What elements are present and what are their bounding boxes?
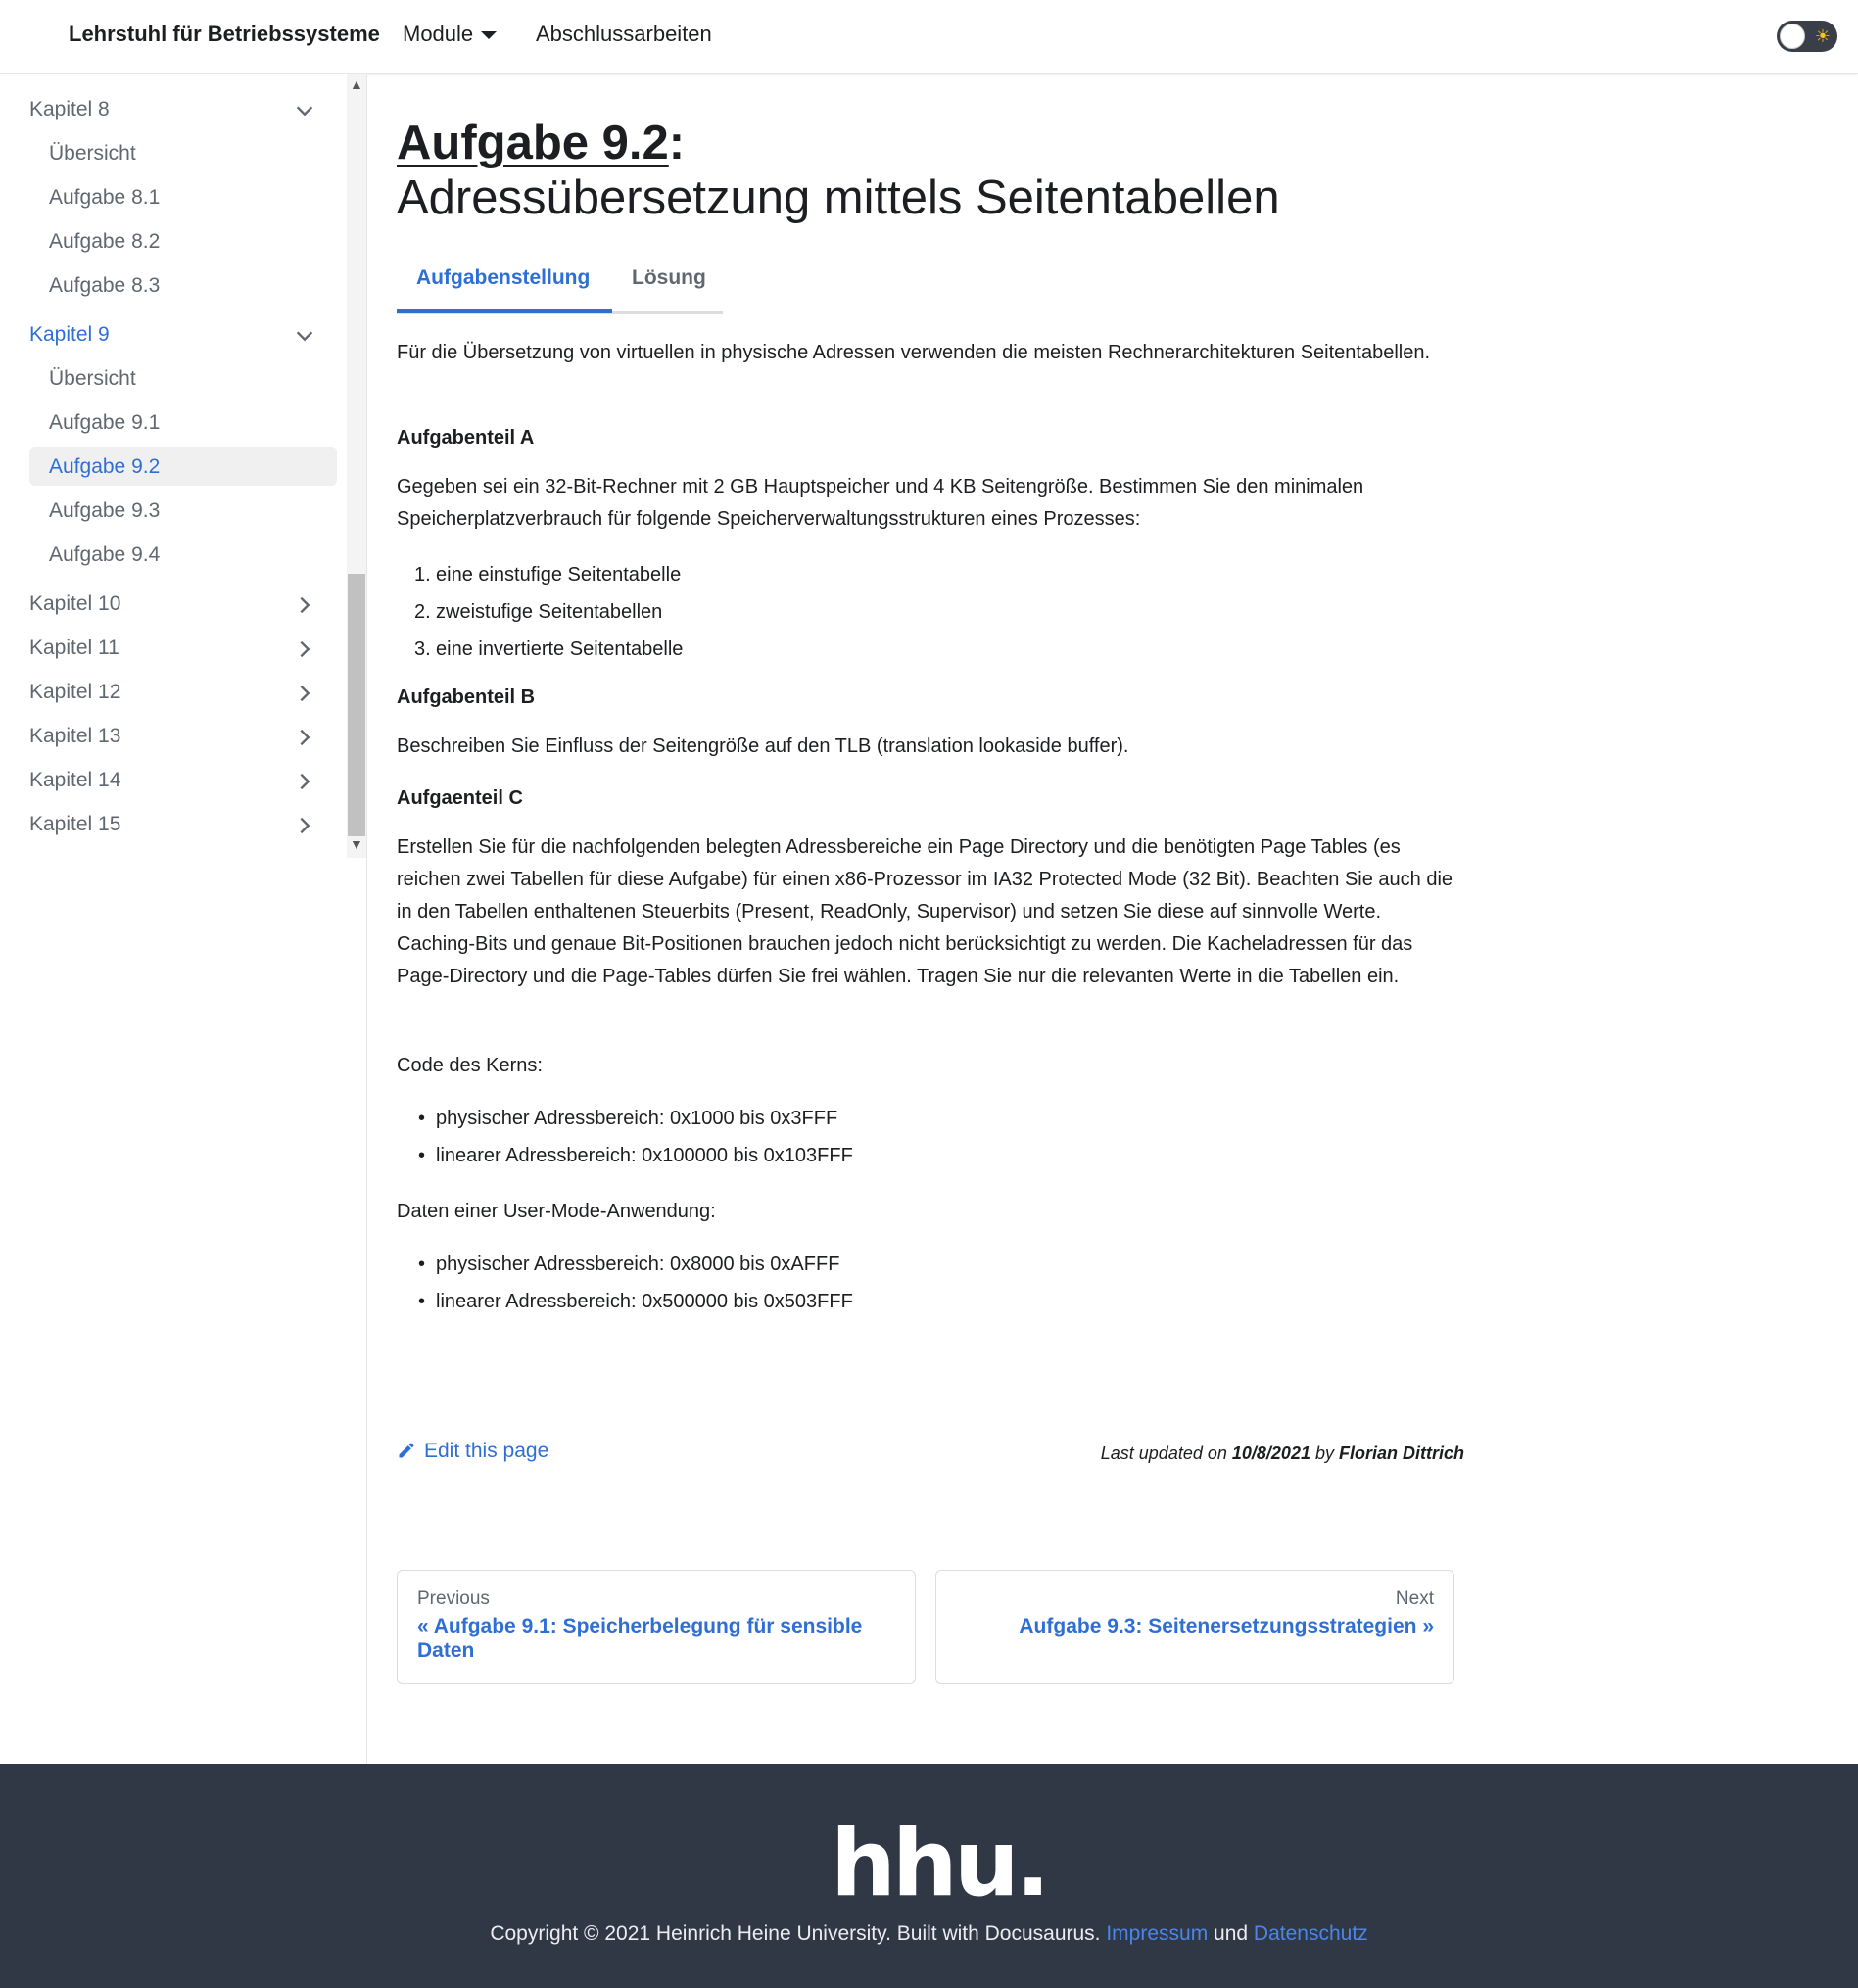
list-item: physischer Adressbereich: 0x1000 bis 0x3… — [436, 1108, 838, 1129]
sidebar-item-aufgabe-9-1[interactable]: Aufgabe 9.1 — [49, 411, 160, 435]
list-item: linearer Adressbereich: 0x100000 bis 0x1… — [436, 1145, 853, 1166]
title-colon: : — [668, 117, 686, 169]
chevron-down-icon[interactable] — [294, 100, 315, 121]
bullet-icon: • — [418, 1145, 426, 1166]
sidebar-item-kapitel-11[interactable]: Kapitel 11 — [29, 637, 119, 660]
updated-author: Florian Dittrich — [1338, 1444, 1464, 1463]
pager-previous[interactable]: Previous « Aufgabe 9.1: Speicherbelegung… — [397, 1570, 916, 1684]
sidebar-item-aufgabe-9-4[interactable]: Aufgabe 9.4 — [49, 544, 160, 567]
chevron-right-icon[interactable] — [294, 594, 315, 616]
tab-aufgabenstellung[interactable]: Aufgabenstellung — [416, 266, 590, 290]
copyright-text: Copyright © 2021 Heinrich Heine Universi… — [490, 1922, 1107, 1945]
sidebar-scrollbar-thumb[interactable] — [348, 574, 365, 836]
chevron-right-icon[interactable] — [294, 771, 315, 792]
last-updated: Last updated on 10/8/2021 by Florian Dit… — [1101, 1444, 1464, 1464]
sidebar-item-uebersicht-8[interactable]: Übersicht — [49, 142, 136, 166]
edit-this-page-link[interactable]: Edit this page — [397, 1440, 548, 1463]
updated-by: by — [1310, 1444, 1339, 1463]
list-number: 3. — [414, 639, 431, 660]
chevron-right-icon[interactable] — [294, 727, 315, 748]
pager-next-label: Aufgabe 9.3: Seitenersetzungsstrategien … — [1019, 1615, 1434, 1637]
sidebar-item-kapitel-8[interactable]: Kapitel 8 — [29, 98, 110, 121]
sidebar-item-kapitel-13[interactable]: Kapitel 13 — [29, 725, 120, 748]
hhu-logo: hhu. — [831, 1811, 1050, 1917]
bullet-icon: • — [418, 1291, 426, 1312]
chevron-right-icon[interactable] — [294, 815, 315, 836]
heading-part-a: Aufgabenteil A — [397, 427, 535, 449]
list-item: linearer Adressbereich: 0x500000 bis 0x5… — [436, 1291, 853, 1312]
part-b-text: Beschreiben Sie Einfluss der Seitengröße… — [397, 735, 1129, 757]
heading-part-c: Aufgaenteil C — [397, 787, 523, 809]
pencil-icon — [399, 1443, 414, 1458]
nav-modules-dropdown[interactable]: Module — [403, 22, 498, 47]
list-item: physischer Adressbereich: 0x8000 bis 0xA… — [436, 1254, 840, 1275]
sidebar-item-aufgabe-9-3[interactable]: Aufgabe 9.3 — [49, 499, 160, 523]
nav-abschlussarbeiten[interactable]: Abschlussarbeiten — [536, 22, 712, 47]
footer: hhu. Copyright © 2021 Heinrich Heine Uni… — [0, 1764, 1858, 1988]
tab-active-indicator — [397, 309, 612, 313]
bullet-icon: • — [418, 1254, 426, 1275]
intro-text: Für die Übersetzung von virtuellen in ph… — [397, 342, 1431, 363]
list-number: 2. — [414, 601, 431, 623]
caret-down-icon — [481, 31, 498, 40]
list-item: zweistufige Seitentabellen — [436, 601, 663, 623]
chevron-right-icon[interactable] — [294, 639, 315, 660]
pager-previous-sublabel: Previous — [417, 1588, 490, 1609]
pager-next[interactable]: Next Aufgabe 9.3: Seitenersetzungsstrate… — [935, 1570, 1454, 1684]
navbar-brand[interactable]: Lehrstuhl für Betriebssysteme — [69, 22, 380, 47]
copyright-und: und — [1208, 1922, 1254, 1945]
scroll-up-arrow-icon[interactable]: ▲ — [350, 76, 363, 92]
title-link[interactable]: Aufgabe 9.2 — [397, 117, 669, 169]
copyright: Copyright © 2021 Heinrich Heine Universi… — [0, 1922, 1858, 1946]
impressum-link[interactable]: Impressum — [1106, 1922, 1208, 1945]
nav-modules-label: Module — [403, 22, 474, 46]
toggle-knob — [1780, 24, 1805, 49]
sidebar: Kapitel 8 Übersicht Aufgabe 8.1 Aufgabe … — [0, 74, 367, 1764]
edit-label: Edit this page — [424, 1440, 549, 1462]
sidebar-item-aufgabe-8-2[interactable]: Aufgabe 8.2 — [49, 230, 160, 254]
part-a-text: Gegeben sei ein 32-Bit-Rechner mit 2 GB … — [397, 476, 1364, 530]
updated-prefix: Last updated on — [1100, 1444, 1232, 1463]
list-item: eine einstufige Seitentabelle — [436, 564, 682, 586]
pager-previous-label: « Aufgabe 9.1: Speicherbelegung für sens… — [417, 1615, 863, 1662]
sidebar-item-kapitel-14[interactable]: Kapitel 14 — [29, 769, 120, 792]
part-c-text: Erstellen Sie für die nachfolgenden bele… — [397, 836, 1453, 987]
sidebar-item-aufgabe-8-1[interactable]: Aufgabe 8.1 — [49, 186, 160, 210]
sidebar-item-kapitel-15[interactable]: Kapitel 15 — [29, 813, 120, 836]
sidebar-item-kapitel-10[interactable]: Kapitel 10 — [29, 592, 120, 616]
sidebar-item-aufgabe-8-3[interactable]: Aufgabe 8.3 — [49, 274, 160, 298]
page-subtitle: Adressübersetzung mittels Seitentabellen — [397, 171, 1280, 224]
chevron-right-icon[interactable] — [294, 683, 315, 704]
heading-part-b: Aufgabenteil B — [397, 686, 536, 708]
navbar: Lehrstuhl für Betriebssysteme Module Abs… — [0, 0, 1858, 74]
chevron-down-icon[interactable] — [294, 325, 315, 347]
bullet-icon: • — [418, 1108, 426, 1129]
kernel-label: Code des Kerns: — [397, 1055, 543, 1076]
list-item: eine invertierte Seitentabelle — [436, 639, 684, 660]
sidebar-item-uebersicht-9[interactable]: Übersicht — [49, 367, 136, 391]
scroll-down-arrow-icon[interactable]: ▼ — [350, 836, 363, 852]
updated-date: 10/8/2021 — [1231, 1444, 1310, 1463]
sidebar-item-aufgabe-9-2[interactable]: Aufgabe 9.2 — [49, 455, 160, 479]
pager-next-sublabel: Next — [1395, 1588, 1434, 1609]
datenschutz-link[interactable]: Datenschutz — [1254, 1922, 1368, 1945]
sun-icon: ☀ — [1814, 26, 1832, 46]
tab-loesung[interactable]: Lösung — [632, 266, 706, 290]
sidebar-item-kapitel-9[interactable]: Kapitel 9 — [29, 323, 110, 347]
page-title: Aufgabe 9.2: — [397, 116, 685, 170]
user-label: Daten einer User-Mode-Anwendung: — [397, 1201, 716, 1222]
sidebar-item-kapitel-12[interactable]: Kapitel 12 — [29, 681, 120, 704]
theme-toggle[interactable]: ☀ — [1777, 21, 1837, 52]
list-number: 1. — [414, 564, 431, 586]
